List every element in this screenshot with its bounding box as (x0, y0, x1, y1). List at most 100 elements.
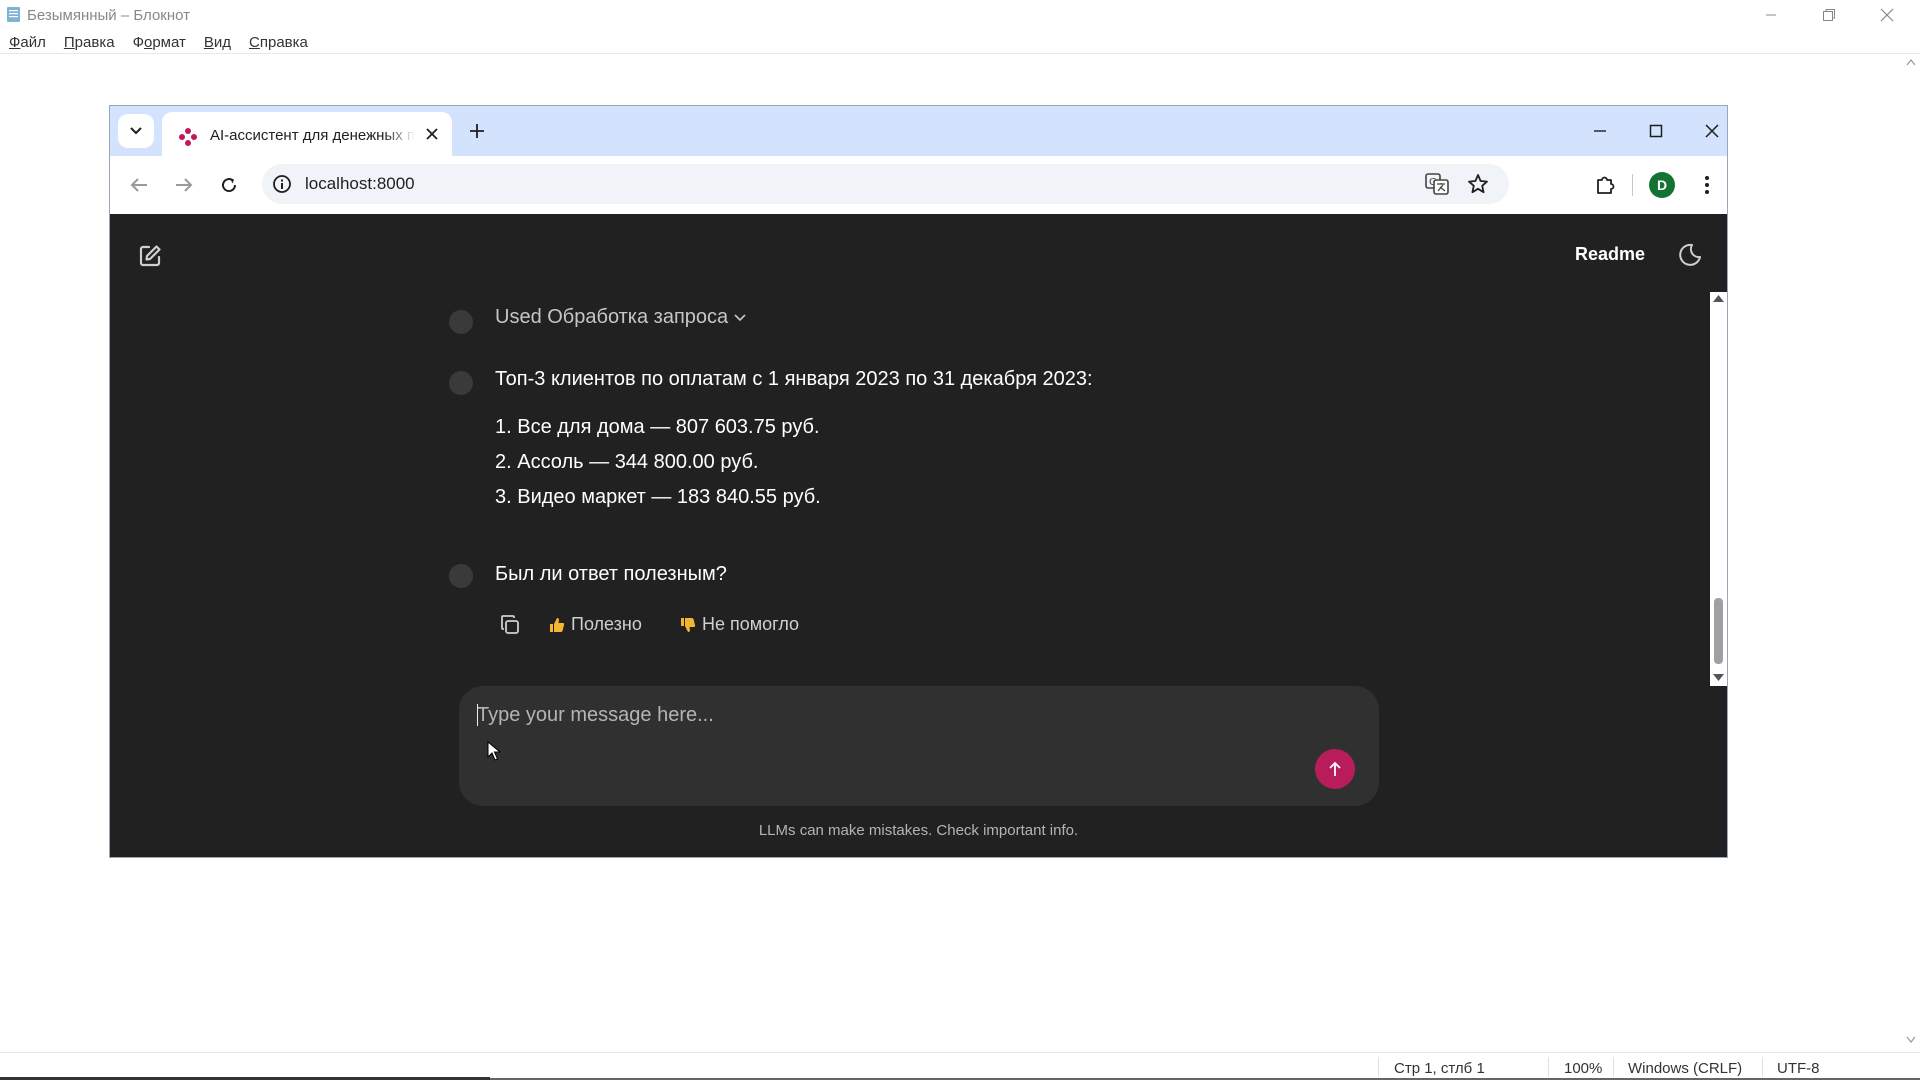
minimize-icon (1594, 130, 1606, 132)
restore-icon (1823, 9, 1835, 21)
menu-help[interactable]: Справка (249, 34, 308, 51)
scrollbar-thumb[interactable] (1714, 598, 1723, 664)
menu-edit[interactable]: Правка (64, 34, 115, 51)
minimize-icon (1766, 14, 1776, 16)
menu-view-rest: ид (213, 33, 232, 51)
favicon-icon (179, 128, 197, 146)
close-icon (1705, 124, 1719, 138)
menu-format-pre: Ф (132, 33, 144, 51)
message-composer (459, 686, 1379, 806)
browser-minimize-button[interactable] (1585, 118, 1615, 144)
menu-view-accel: В (203, 33, 214, 51)
bookmark-star-icon[interactable] (1467, 173, 1489, 195)
back-button[interactable] (124, 170, 154, 200)
menu-help-accel: С (249, 33, 260, 51)
send-button[interactable] (1315, 749, 1355, 789)
menu-format-rest: рмат (152, 33, 186, 51)
status-separator (1613, 1057, 1614, 1077)
site-info-icon[interactable] (272, 174, 292, 194)
new-chat-icon[interactable] (136, 242, 164, 270)
tab-search-button[interactable] (118, 114, 154, 148)
tab-close-button[interactable] (422, 124, 442, 144)
text-caret (477, 704, 478, 726)
toolbar-separator (1632, 174, 1633, 196)
menu-format[interactable]: Формат (133, 34, 186, 51)
menu-edit-accel: П (63, 33, 75, 51)
status-line-endings: Windows (CRLF) (1628, 1060, 1743, 1077)
scroll-down-icon[interactable] (1906, 1036, 1916, 1044)
url-text: localhost:8000 (305, 174, 415, 193)
status-separator (1378, 1057, 1379, 1077)
chat-page: Readme Used Обработка запроса Топ-3 клие… (110, 214, 1727, 857)
close-button[interactable] (1858, 0, 1916, 30)
chat-scrollbar[interactable] (1710, 292, 1727, 686)
puzzle-icon (1597, 176, 1615, 194)
answer-list-item: 1. Все для дома — 807 603.75 руб. (495, 416, 820, 438)
scroll-down-icon[interactable] (1713, 674, 1724, 682)
arrow-left-icon (130, 178, 147, 192)
copy-icon[interactable] (498, 613, 522, 637)
message-input[interactable] (477, 700, 1297, 730)
chevron-down-icon (130, 127, 142, 135)
status-zoom: 100% (1564, 1060, 1603, 1077)
reload-icon (222, 178, 237, 193)
tool-used-toggle[interactable]: Used Обработка запроса (495, 306, 746, 329)
menu-file[interactable]: Файл (9, 34, 46, 51)
close-icon (1880, 8, 1894, 22)
assistant-avatar (449, 371, 473, 395)
arrow-right-icon (176, 178, 193, 192)
window-title: Безымянный – Блокнот (27, 7, 191, 24)
readme-link[interactable]: Readme (1575, 244, 1645, 265)
browser-menu-button[interactable] (1692, 170, 1722, 200)
disclaimer: LLMs can make mistakes. Check important … (110, 822, 1727, 839)
scroll-up-icon[interactable] (1906, 58, 1916, 66)
assistant-avatar (449, 564, 473, 588)
notepad-vertical-scrollbar[interactable] (1902, 54, 1920, 1052)
disclaimer-text: LLMs can make mistakes. Check important … (758, 822, 1079, 839)
status-position: Стр 1, стлб 1 (1394, 1060, 1485, 1077)
menu-file-rest: айл (20, 33, 46, 51)
not-helpful-label: Не помогло (702, 614, 800, 634)
thumbs-down-icon (681, 617, 696, 632)
menu-bar: Файл Правка Формат Вид Справка (0, 30, 1920, 54)
reload-button[interactable] (214, 170, 244, 200)
mouse-cursor-icon (487, 741, 501, 761)
answer-heading: Топ-3 клиентов по оплатам с 1 января 202… (495, 368, 1093, 390)
browser-maximize-button[interactable] (1641, 118, 1671, 144)
status-separator (1548, 1057, 1549, 1077)
profile-button[interactable]: D (1647, 170, 1677, 200)
notepad-app-icon (7, 7, 20, 22)
translate-icon[interactable]: G (1425, 173, 1449, 195)
arrow-up-icon (1329, 761, 1341, 776)
more-vert-icon (1705, 176, 1709, 194)
address-bar[interactable]: localhost:8000 G (262, 164, 1509, 204)
browser-window: AI-ассистент для денежных поступлений (109, 105, 1728, 858)
status-encoding: UTF-8 (1777, 1060, 1820, 1077)
extensions-button[interactable] (1590, 170, 1620, 200)
minimize-button[interactable] (1742, 0, 1800, 30)
restore-button[interactable] (1800, 0, 1858, 30)
menu-help-rest: правка (259, 33, 308, 51)
tool-used-label: Used Обработка запроса (495, 306, 729, 328)
status-separator (1762, 1057, 1763, 1077)
maximize-icon (1649, 124, 1663, 138)
menu-edit-rest: равка (74, 33, 115, 51)
chevron-down-icon (734, 313, 746, 321)
browser-close-button[interactable] (1697, 118, 1727, 144)
moon-icon[interactable] (1677, 242, 1703, 268)
tab-strip: AI-ассистент для денежных поступлений (110, 106, 1727, 156)
helpful-label: Полезно (571, 614, 642, 634)
forward-button[interactable] (169, 170, 199, 200)
thumbs-up-icon (550, 617, 565, 632)
plus-icon (470, 124, 484, 138)
feedback-question: Был ли ответ полезным? (495, 563, 727, 585)
tab-active[interactable]: AI-ассистент для денежных поступлений (162, 112, 452, 156)
menu-divider (0, 53, 1920, 54)
assistant-avatar (449, 310, 473, 334)
helpful-button[interactable]: Полезно (549, 614, 642, 635)
scroll-up-icon[interactable] (1713, 294, 1724, 302)
menu-view[interactable]: Вид (204, 34, 231, 51)
not-helpful-button[interactable]: Не помогло (680, 614, 799, 635)
new-tab-button[interactable] (464, 118, 490, 144)
answer-list-item: 2. Ассоль — 344 800.00 руб. (495, 451, 759, 473)
